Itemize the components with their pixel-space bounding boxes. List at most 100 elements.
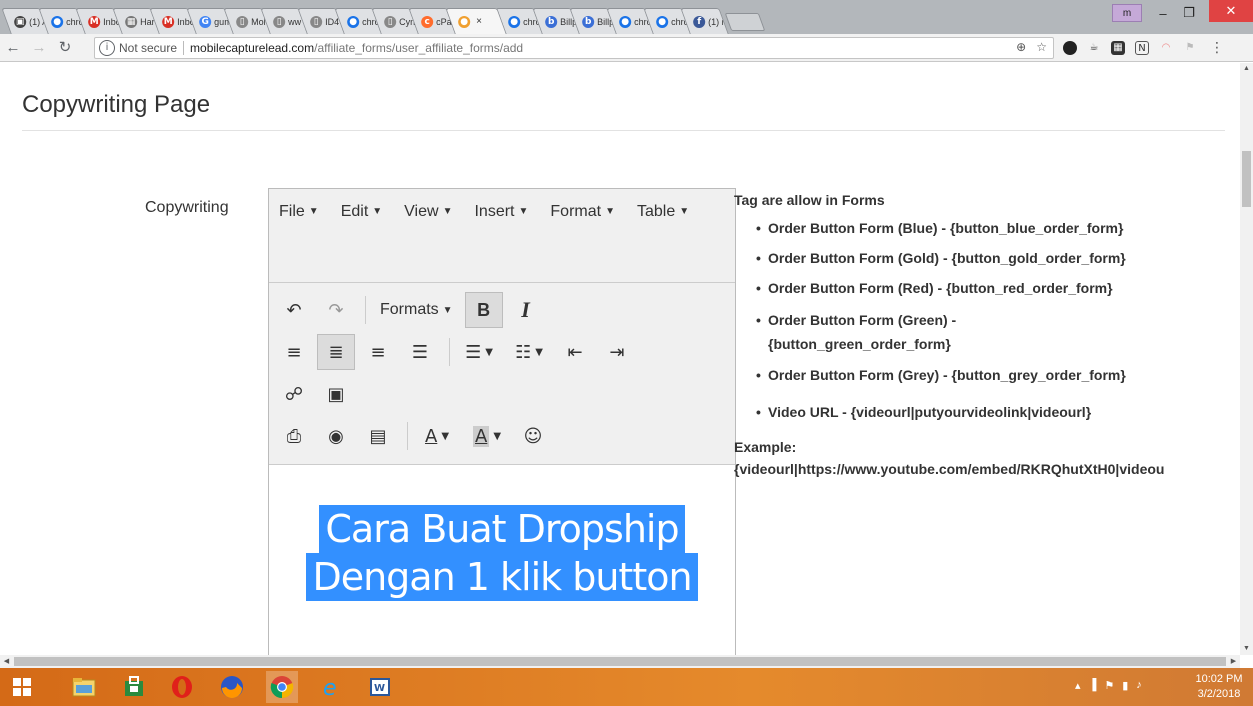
browser-tab[interactable]: f (1) r bbox=[680, 8, 729, 34]
address-bar[interactable]: i Not secure mobilecapturelead.com/affil… bbox=[94, 37, 1054, 59]
link-icon[interactable]: ☍ bbox=[275, 376, 313, 412]
minimize-button[interactable]: – bbox=[1150, 2, 1176, 24]
outdent-icon[interactable]: ⇤ bbox=[556, 334, 594, 370]
chrome-icon: ● bbox=[656, 15, 669, 28]
formats-label: Formats bbox=[380, 301, 439, 318]
new-tab-button[interactable] bbox=[724, 13, 766, 31]
file-explorer-icon[interactable] bbox=[68, 671, 100, 703]
page-content: Copywriting Page Copywriting File ▼ Edit ▼ V… bbox=[0, 63, 1240, 655]
chrome-icon[interactable] bbox=[266, 671, 298, 703]
image-icon[interactable]: ▣ bbox=[317, 376, 355, 412]
scroll-left-icon[interactable]: ◀ bbox=[0, 655, 13, 668]
clock-time: 10:02 PM bbox=[1195, 673, 1243, 685]
signal-icon[interactable]: ▐ bbox=[1089, 679, 1097, 692]
toolbar-separator bbox=[365, 296, 366, 324]
extension-cup-icon[interactable]: ☕ bbox=[1087, 41, 1101, 55]
zoom-icon[interactable]: ⊕ bbox=[1016, 40, 1026, 54]
menu-view[interactable]: View ▼ bbox=[404, 195, 452, 241]
formats-dropdown[interactable]: Formats ▼ bbox=[372, 292, 461, 328]
scroll-up-icon[interactable]: ▲ bbox=[1240, 63, 1253, 75]
italic-button[interactable]: I bbox=[507, 292, 545, 328]
google-icon: G bbox=[199, 15, 212, 28]
caret-down-icon: ▼ bbox=[441, 430, 450, 442]
bookmark-star-icon[interactable]: ☆ bbox=[1036, 40, 1047, 54]
clock-date: 3/2/2018 bbox=[1197, 688, 1241, 700]
tags-heading: Tag are allow in Forms bbox=[734, 192, 885, 208]
bold-button[interactable]: B bbox=[464, 292, 503, 328]
editor-content[interactable]: Cara Buat Dropship Dengan 1 klik button bbox=[269, 465, 735, 655]
extension-helmet-icon[interactable]: ◠ bbox=[1159, 41, 1173, 55]
chrome-icon: ● bbox=[619, 15, 632, 28]
menu-edit[interactable]: Edit ▼ bbox=[341, 195, 382, 241]
word-icon[interactable]: W bbox=[364, 671, 396, 703]
horizontal-scroll-thumb[interactable] bbox=[14, 657, 1226, 666]
align-center-icon[interactable]: ≣ bbox=[317, 334, 355, 370]
browser-tab-strip: ▣ (1) A ● chro M Inbo ▦ Har M Inbo Ggum ▯ Mol ▯ ww ▯ ID4… bbox=[0, 0, 1253, 34]
bullet-list-icon[interactable]: ☰ ▼ bbox=[456, 334, 502, 370]
menu-kebab-icon[interactable]: ⋮ bbox=[1210, 41, 1224, 55]
redo-icon[interactable]: ↷ bbox=[317, 292, 355, 328]
battery-icon[interactable]: ▮ bbox=[1122, 679, 1128, 692]
tab-list: ▣ (1) A ● chro M Inbo ▦ Har M Inbo Ggum ▯ Mol ▯ ww ▯ ID4… bbox=[1, 8, 766, 34]
emoticon-icon[interactable]: ☺ bbox=[514, 418, 552, 454]
start-button[interactable] bbox=[6, 671, 38, 703]
align-right-icon[interactable]: ≡ bbox=[359, 334, 397, 370]
undo-icon[interactable]: ↶ bbox=[275, 292, 313, 328]
back-button[interactable]: ← bbox=[4, 38, 22, 58]
menu-format[interactable]: Format ▼ bbox=[550, 195, 615, 241]
indent-icon[interactable]: ⇥ bbox=[598, 334, 636, 370]
extension-dark-icon[interactable] bbox=[1063, 41, 1077, 55]
close-window-button[interactable]: ✕ bbox=[1209, 0, 1253, 22]
print-icon[interactable]: ⎙ bbox=[275, 418, 313, 454]
store-icon[interactable] bbox=[118, 671, 150, 703]
tray-chevron-up-icon[interactable]: ▴ bbox=[1075, 679, 1081, 692]
tags-list: Order Button Form (Blue) - {button_blue_… bbox=[734, 218, 1240, 423]
scroll-down-icon[interactable]: ▼ bbox=[1240, 643, 1253, 655]
gmail-icon: M bbox=[88, 15, 101, 28]
example-text: {videourl|https://www.youtube.com/embed/… bbox=[734, 461, 1165, 477]
caret-down-icon: ▼ bbox=[493, 430, 502, 442]
caret-down-icon: ▼ bbox=[679, 206, 690, 217]
scroll-right-icon[interactable]: ▶ bbox=[1227, 655, 1240, 668]
align-left-icon[interactable]: ≡ bbox=[275, 334, 313, 370]
font-color-letter: A bbox=[424, 425, 438, 447]
reload-button[interactable]: ↻ bbox=[56, 38, 74, 58]
editor-menubar: File ▼ Edit ▼ View ▼ Insert ▼ Format ▼ Table ▼ bbox=[269, 189, 735, 283]
tab-title: ww bbox=[288, 16, 302, 27]
extension-flag-icon[interactable]: ⚑ bbox=[1183, 41, 1197, 55]
browser-tab-active[interactable]: ● × bbox=[445, 8, 507, 34]
flag-icon[interactable]: ⚑ bbox=[1104, 679, 1114, 692]
volume-icon[interactable]: ♪ bbox=[1136, 679, 1142, 692]
profile-button[interactable]: m bbox=[1112, 4, 1142, 22]
preview-eye-icon[interactable]: ◉ bbox=[317, 418, 355, 454]
media-icon[interactable]: ▤ bbox=[359, 418, 397, 454]
security-label: Not secure bbox=[119, 41, 178, 55]
vertical-scrollbar[interactable]: ▲ ▼ bbox=[1240, 63, 1253, 655]
horizontal-scrollbar[interactable]: ◀ ▶ bbox=[0, 655, 1240, 668]
extension-n-icon[interactable]: N bbox=[1135, 41, 1149, 55]
chrome-icon: ● bbox=[347, 15, 360, 28]
close-tab-icon[interactable]: × bbox=[476, 16, 482, 27]
forward-button[interactable]: → bbox=[30, 38, 48, 58]
taskbar-clock[interactable]: 10:02 PM 3/2/2018 bbox=[1190, 672, 1248, 702]
page-icon: ▯ bbox=[384, 15, 397, 28]
list-item: Order Button Form (Green) - {button_gree… bbox=[756, 308, 1006, 356]
info-icon[interactable]: i bbox=[99, 40, 115, 56]
menu-file[interactable]: File ▼ bbox=[279, 195, 319, 241]
image-icon: ▦ bbox=[125, 15, 138, 28]
menu-insert[interactable]: Insert ▼ bbox=[474, 195, 528, 241]
caret-down-icon: ▼ bbox=[605, 206, 615, 217]
vertical-scroll-thumb[interactable] bbox=[1242, 151, 1251, 207]
menu-table[interactable]: Table ▼ bbox=[637, 195, 689, 241]
align-justify-icon[interactable]: ☰ bbox=[401, 334, 439, 370]
background-color-button[interactable]: A ▼ bbox=[464, 418, 510, 454]
internet-explorer-icon[interactable]: e bbox=[316, 671, 348, 703]
extension-grid-icon[interactable]: ▦ bbox=[1111, 41, 1125, 55]
copywriting-label: Copywriting bbox=[145, 199, 229, 216]
firefox-icon[interactable] bbox=[216, 671, 248, 703]
opera-icon[interactable] bbox=[166, 671, 198, 703]
caret-down-icon: ▼ bbox=[518, 206, 529, 217]
font-color-button[interactable]: A ▼ bbox=[414, 418, 460, 454]
maximize-button[interactable]: ❐ bbox=[1176, 2, 1202, 24]
numbered-list-icon[interactable]: ☷ ▼ bbox=[506, 334, 552, 370]
